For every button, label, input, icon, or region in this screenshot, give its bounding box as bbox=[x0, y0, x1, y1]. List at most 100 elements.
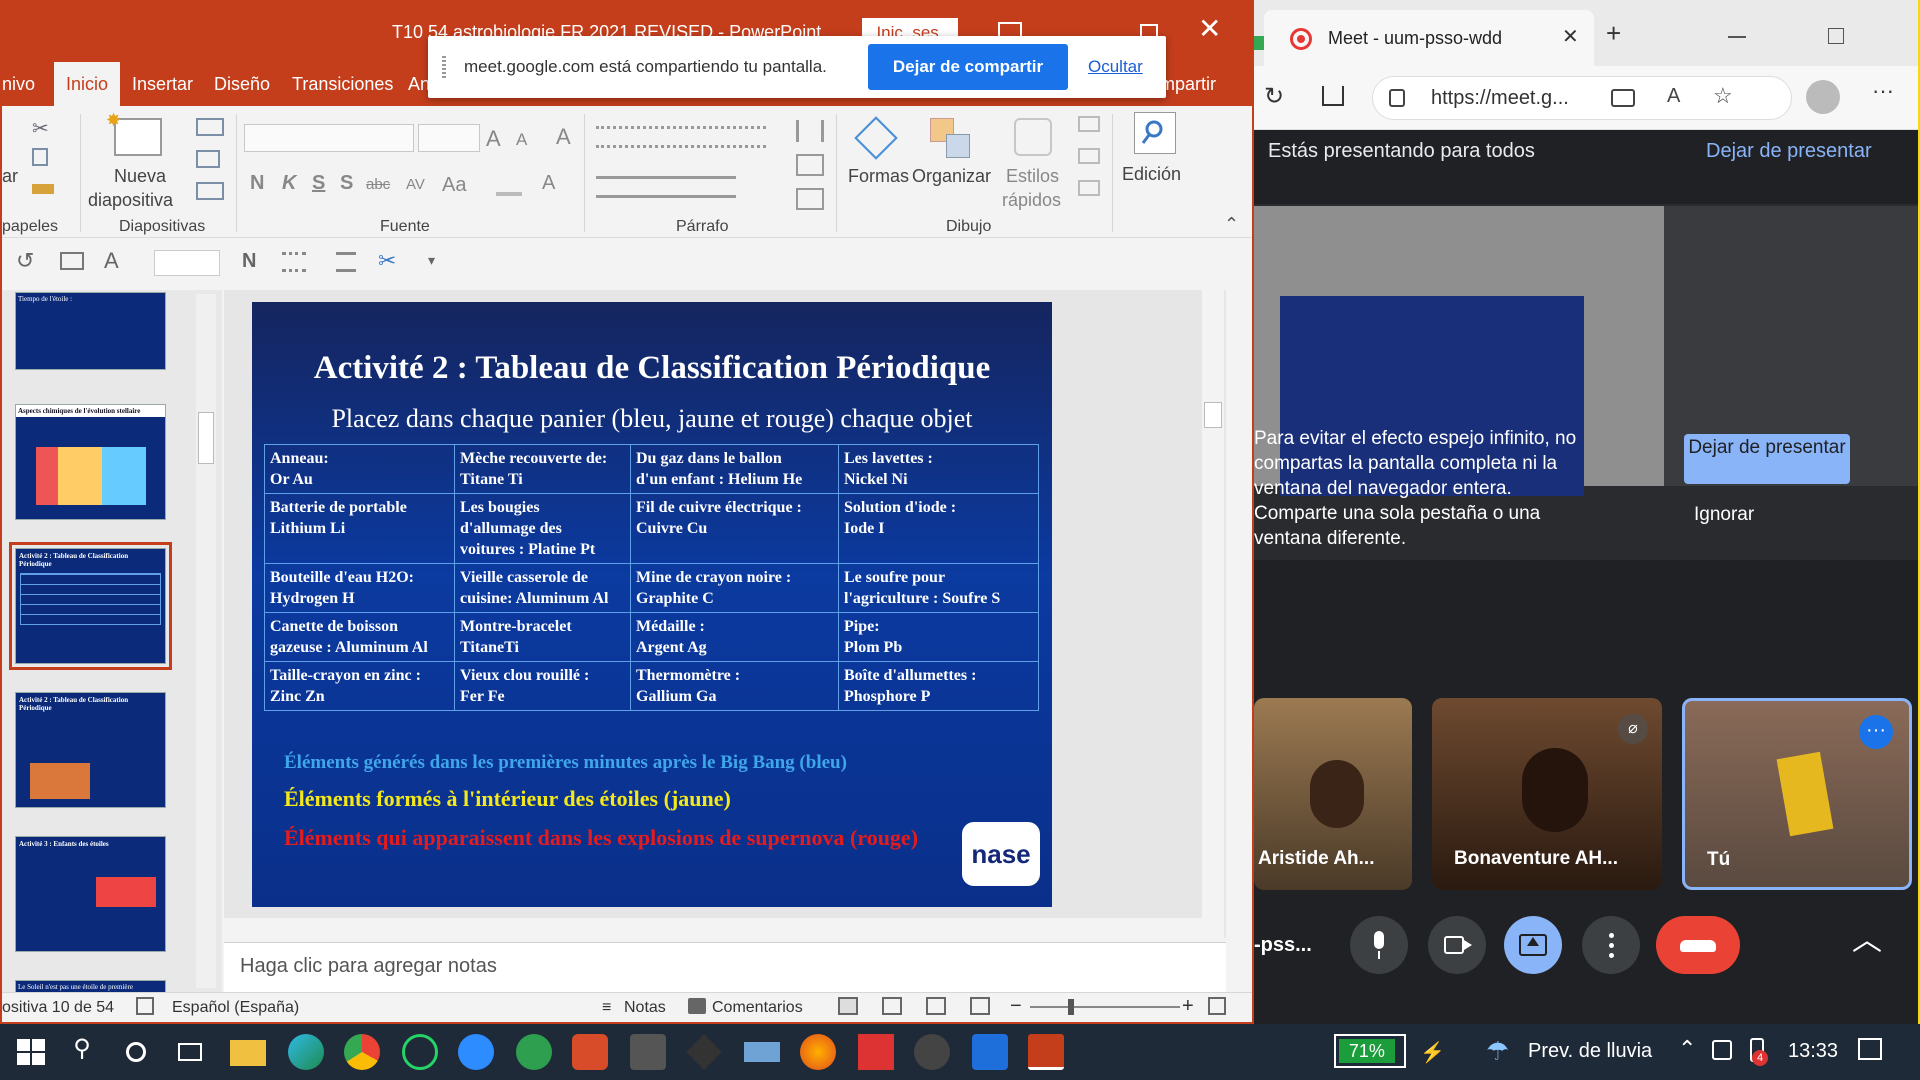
align-buttons[interactable] bbox=[596, 176, 736, 198]
read-aloud-icon[interactable]: A bbox=[1667, 85, 1680, 108]
ignore-button[interactable]: Ignorar bbox=[1694, 504, 1754, 526]
search-taskbar-icon[interactable]: ⚲ bbox=[64, 1034, 100, 1070]
powerpoint-taskbar-icon[interactable] bbox=[1028, 1034, 1064, 1070]
fit-slide-icon[interactable] bbox=[1208, 997, 1226, 1015]
horizontal-scrollbar[interactable] bbox=[224, 918, 1202, 938]
app-icon[interactable] bbox=[914, 1034, 950, 1070]
customize-qat-icon[interactable]: ▾ bbox=[428, 252, 435, 269]
font-name-box[interactable] bbox=[244, 124, 414, 152]
thumbnail-slide[interactable]: Activité 3 : Enfants des étoiles bbox=[15, 836, 166, 952]
stop-sharing-button[interactable]: Dejar de compartir bbox=[868, 44, 1068, 90]
weather-icon[interactable]: ☂ bbox=[1486, 1036, 1509, 1067]
change-case-icon[interactable]: Aa bbox=[442, 174, 466, 197]
battery-indicator[interactable]: 71% bbox=[1334, 1034, 1406, 1068]
bold-qat-icon[interactable]: N bbox=[242, 250, 256, 273]
app-icon[interactable] bbox=[744, 1042, 780, 1062]
zoom-in-icon[interactable]: + bbox=[1182, 995, 1194, 1018]
copy-icon[interactable] bbox=[32, 148, 48, 166]
present-button[interactable] bbox=[1504, 916, 1562, 974]
font-size-box[interactable] bbox=[418, 124, 480, 152]
search-icon[interactable] bbox=[1134, 112, 1176, 154]
shrink-font-icon[interactable]: A bbox=[516, 130, 527, 150]
app-icon[interactable] bbox=[516, 1034, 552, 1070]
quick-styles-label-2[interactable]: rápidos bbox=[1002, 190, 1061, 211]
reset-icon[interactable] bbox=[196, 150, 220, 168]
quick-styles-icon[interactable] bbox=[1014, 118, 1052, 156]
popup-stop-presenting-button[interactable]: Dejar de presentar bbox=[1684, 434, 1850, 484]
app-icon[interactable] bbox=[630, 1034, 666, 1070]
thumbnails-scrollbar[interactable] bbox=[196, 294, 216, 988]
tab-insertar[interactable]: Insertar bbox=[132, 74, 193, 95]
shapes-label[interactable]: Formas bbox=[848, 166, 909, 187]
tray-chevron-icon[interactable]: ⌃ bbox=[1678, 1036, 1696, 1062]
editing-label[interactable]: Edición bbox=[1122, 164, 1181, 185]
cut-qat-icon[interactable]: ✂ bbox=[378, 248, 396, 274]
arrange-label[interactable]: Organizar bbox=[912, 166, 991, 187]
paste-label[interactable]: ar bbox=[2, 166, 18, 187]
quick-styles-label[interactable]: Estilos bbox=[1006, 166, 1059, 187]
close-icon[interactable]: ✕ bbox=[1198, 14, 1221, 44]
tab-animaciones[interactable]: An bbox=[408, 74, 430, 95]
leave-call-button[interactable] bbox=[1656, 916, 1740, 974]
favorite-icon[interactable]: ☆ bbox=[1713, 83, 1733, 109]
expand-icon[interactable]: ︿ bbox=[1852, 926, 1882, 956]
underline-icon[interactable]: S bbox=[312, 172, 325, 195]
clock-time[interactable]: 13:33 bbox=[1788, 1040, 1838, 1063]
normal-view-icon[interactable] bbox=[838, 997, 858, 1015]
more-options-icon[interactable]: ··· bbox=[1859, 715, 1893, 749]
font-color-icon[interactable]: A bbox=[542, 172, 555, 195]
slideshow-icon[interactable] bbox=[970, 997, 990, 1015]
language-status[interactable]: Español (España) bbox=[172, 999, 299, 1017]
camera-button[interactable] bbox=[1428, 916, 1486, 974]
strikethrough-icon[interactable]: abc bbox=[366, 176, 390, 193]
pdf-to-jpg-icon[interactable] bbox=[858, 1034, 894, 1070]
zoom-icon[interactable] bbox=[458, 1034, 494, 1070]
section-icon[interactable] bbox=[196, 182, 224, 200]
tab-transiciones[interactable]: Transiciones bbox=[292, 74, 393, 95]
camera-indicator-icon[interactable] bbox=[1611, 89, 1635, 107]
shapes-icon[interactable] bbox=[854, 116, 898, 160]
participant-tile[interactable]: Aristide Ah... bbox=[1254, 698, 1412, 890]
home-icon[interactable] bbox=[1322, 86, 1344, 106]
spellcheck-icon[interactable] bbox=[136, 997, 154, 1015]
minimize-icon[interactable] bbox=[1728, 36, 1746, 38]
new-slide-label-2[interactable]: diapositiva bbox=[88, 190, 173, 211]
thumbnail-slide-selected[interactable]: Activité 2 : Tableau de Classification P… bbox=[9, 542, 172, 670]
notes-placeholder[interactable]: Haga clic para agregar notas bbox=[240, 955, 497, 978]
chrome-icon[interactable] bbox=[344, 1034, 380, 1070]
url-text[interactable]: https://meet.g... bbox=[1431, 87, 1569, 110]
address-bar[interactable]: https://meet.g... A ☆ bbox=[1372, 76, 1792, 120]
highlight-icon[interactable] bbox=[496, 176, 522, 196]
participant-tile[interactable]: ⌀ Bonaventure AH... bbox=[1432, 698, 1662, 890]
zoom-out-icon[interactable]: − bbox=[1010, 995, 1022, 1018]
sorter-view-icon[interactable] bbox=[882, 997, 902, 1015]
shape-effects-icon[interactable] bbox=[1078, 180, 1100, 196]
layout-icon[interactable] bbox=[196, 118, 224, 136]
text-direction-icon[interactable] bbox=[796, 120, 824, 142]
edge-icon[interactable] bbox=[288, 1034, 324, 1070]
task-view-icon[interactable] bbox=[172, 1034, 208, 1070]
profile-avatar[interactable] bbox=[1806, 80, 1840, 114]
app-icon[interactable] bbox=[572, 1034, 608, 1070]
spacing-icon[interactable]: AV bbox=[406, 176, 425, 193]
grow-font-icon[interactable]: A bbox=[486, 126, 501, 152]
tab-archivo[interactable]: nivo bbox=[2, 74, 35, 95]
weather-text[interactable]: Prev. de lluvia bbox=[1528, 1040, 1652, 1063]
tab-diseno[interactable]: Diseño bbox=[214, 74, 270, 95]
size-box[interactable] bbox=[154, 250, 220, 276]
format-painter-icon[interactable] bbox=[32, 184, 54, 194]
thumbnail-slide[interactable]: Activité 2 : Tableau de Classification P… bbox=[15, 692, 166, 808]
notes-button[interactable]: Notas bbox=[624, 999, 666, 1017]
tab-inicio[interactable]: Inicio bbox=[54, 62, 121, 106]
zoom-slider[interactable] bbox=[1030, 999, 1180, 1015]
shape-fill-icon[interactable] bbox=[1078, 116, 1100, 132]
font-icon[interactable]: A bbox=[104, 248, 119, 274]
more-icon[interactable]: ··· bbox=[1872, 78, 1894, 104]
notes-icon[interactable]: ≡ bbox=[602, 999, 611, 1017]
shadow-icon[interactable]: S bbox=[340, 172, 353, 195]
mic-button[interactable] bbox=[1350, 916, 1408, 974]
drag-handle-icon[interactable] bbox=[442, 56, 446, 78]
smartart-icon[interactable] bbox=[796, 188, 824, 210]
app-icon[interactable] bbox=[972, 1034, 1008, 1070]
align-icon[interactable] bbox=[336, 252, 356, 272]
